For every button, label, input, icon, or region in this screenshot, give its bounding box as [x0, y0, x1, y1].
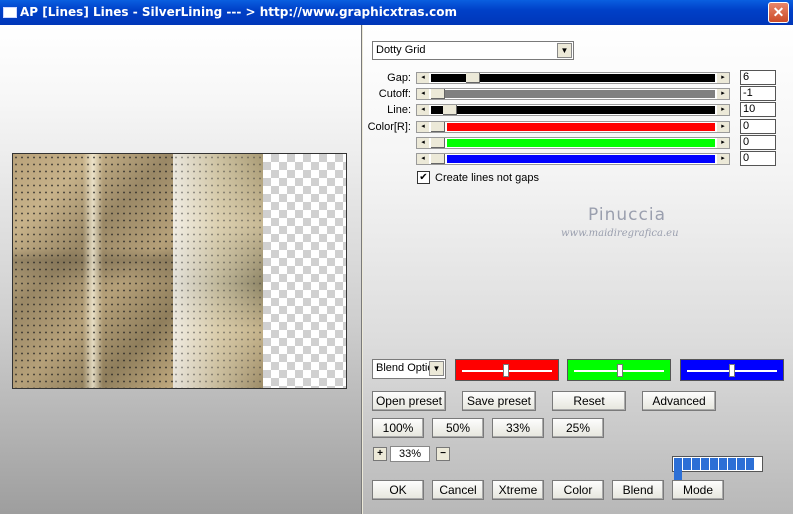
cutoff-slider-thumb[interactable]: [431, 89, 445, 99]
zoom-out-button[interactable]: −: [436, 447, 450, 461]
color-b-value[interactable]: 0: [740, 151, 776, 166]
red-color-bar[interactable]: [455, 359, 559, 381]
color-button[interactable]: Color: [552, 480, 604, 500]
slider-left-arrow-icon[interactable]: ◂: [417, 89, 429, 99]
preview-pane: [0, 25, 362, 514]
line-slider-track: [431, 106, 715, 114]
line-label: Line:: [387, 104, 411, 116]
zoom-50-button[interactable]: 50%: [432, 418, 484, 438]
open-preset-button[interactable]: Open preset: [372, 391, 446, 411]
chevron-down-icon[interactable]: ▼: [557, 43, 572, 58]
progress-block: [701, 458, 709, 470]
cancel-button[interactable]: Cancel: [432, 480, 484, 500]
chevron-down-icon[interactable]: ▼: [429, 361, 444, 376]
close-button[interactable]: ✕: [768, 2, 789, 23]
color-r-slider-track: [447, 123, 715, 131]
color-r-slider-thumb[interactable]: [431, 122, 445, 132]
color-b-slider-thumb[interactable]: [431, 154, 445, 164]
progress-block: [737, 458, 745, 470]
zoom-level-field[interactable]: 33%: [390, 446, 430, 462]
slider-left-arrow-icon[interactable]: ◂: [417, 122, 429, 132]
gap-slider-thumb[interactable]: [466, 73, 480, 83]
watermark-url: www.maidiregrafica.eu: [561, 228, 679, 239]
zoom-33-button[interactable]: 33%: [492, 418, 544, 438]
zoom-100-button[interactable]: 100%: [372, 418, 424, 438]
line-slider-thumb[interactable]: [443, 105, 457, 115]
preview-image: [12, 153, 347, 389]
blue-color-bar-knob[interactable]: [729, 364, 735, 377]
green-color-bar-knob[interactable]: [617, 364, 623, 377]
color-b-slider[interactable]: ◂ ▸: [416, 153, 730, 165]
blend-options-value: Blend Optio: [376, 362, 430, 374]
slider-left-arrow-icon[interactable]: ◂: [417, 73, 429, 83]
green-color-bar[interactable]: [567, 359, 671, 381]
title-bar: AP [Lines] Lines - SilverLining --- > ht…: [0, 0, 793, 25]
line-slider[interactable]: ◂ ▸: [416, 104, 730, 116]
advanced-button[interactable]: Advanced: [642, 391, 716, 411]
cutoff-slider-track: [431, 90, 715, 98]
progress-block: [728, 458, 736, 470]
progress-block: [746, 458, 754, 470]
save-preset-button[interactable]: Save preset: [462, 391, 536, 411]
watermark-name: Pinuccia: [588, 205, 666, 225]
app-window-icon: [3, 7, 17, 18]
slider-left-arrow-icon[interactable]: ◂: [417, 138, 429, 148]
slider-right-arrow-icon[interactable]: ▸: [717, 73, 729, 83]
blue-color-bar[interactable]: [680, 359, 784, 381]
slider-right-arrow-icon[interactable]: ▸: [717, 89, 729, 99]
progress-block: [692, 458, 700, 470]
zoom-in-button[interactable]: +: [373, 447, 387, 461]
progress-indicator: [672, 456, 763, 482]
color-g-slider-track: [447, 139, 715, 147]
create-lines-label: Create lines not gaps: [435, 172, 539, 184]
red-color-bar-knob[interactable]: [503, 364, 509, 377]
color-g-slider[interactable]: ◂ ▸: [416, 137, 730, 149]
line-value[interactable]: 10: [740, 102, 776, 117]
gap-value[interactable]: 6: [740, 70, 776, 85]
xtreme-button[interactable]: Xtreme: [492, 480, 544, 500]
slider-right-arrow-icon[interactable]: ▸: [717, 154, 729, 164]
create-lines-checkbox[interactable]: ✔: [417, 171, 430, 184]
gap-slider[interactable]: ◂ ▸: [416, 72, 730, 84]
mode-button[interactable]: Mode: [672, 480, 724, 500]
slider-right-arrow-icon[interactable]: ▸: [717, 122, 729, 132]
progress-block: [683, 458, 691, 470]
preview-texture-middle: [173, 154, 263, 388]
preview-texture-left: [13, 154, 173, 388]
cutoff-slider[interactable]: ◂ ▸: [416, 88, 730, 100]
preset-dropdown[interactable]: Dotty Grid ▼: [372, 41, 574, 60]
slider-left-arrow-icon[interactable]: ◂: [417, 154, 429, 164]
zoom-25-button[interactable]: 25%: [552, 418, 604, 438]
control-panel: Dotty Grid ▼ Gap: ◂ ▸ 6 Cutoff: ◂ ▸ -1 L…: [363, 25, 793, 514]
gap-label: Gap:: [387, 72, 411, 84]
window-title: AP [Lines] Lines - SilverLining --- > ht…: [20, 5, 457, 19]
color-r-label: Color[R]:: [367, 121, 411, 133]
cutoff-value[interactable]: -1: [740, 86, 776, 101]
color-r-value[interactable]: 0: [740, 119, 776, 134]
preset-dropdown-value: Dotty Grid: [376, 44, 426, 56]
slider-right-arrow-icon[interactable]: ▸: [717, 105, 729, 115]
blend-options-dropdown[interactable]: Blend Optio ▼: [372, 359, 446, 379]
preview-transparency-checkerboard: [263, 154, 346, 388]
color-g-value[interactable]: 0: [740, 135, 776, 150]
reset-button[interactable]: Reset: [552, 391, 626, 411]
cutoff-label: Cutoff:: [378, 88, 411, 100]
progress-block: [719, 458, 727, 470]
color-g-slider-thumb[interactable]: [431, 138, 445, 148]
progress-block: [710, 458, 718, 470]
slider-right-arrow-icon[interactable]: ▸: [717, 138, 729, 148]
blend-button[interactable]: Blend: [612, 480, 664, 500]
slider-left-arrow-icon[interactable]: ◂: [417, 105, 429, 115]
ok-button[interactable]: OK: [372, 480, 424, 500]
color-b-slider-track: [447, 155, 715, 163]
color-r-slider[interactable]: ◂ ▸: [416, 121, 730, 133]
progress-block: [674, 458, 682, 470]
